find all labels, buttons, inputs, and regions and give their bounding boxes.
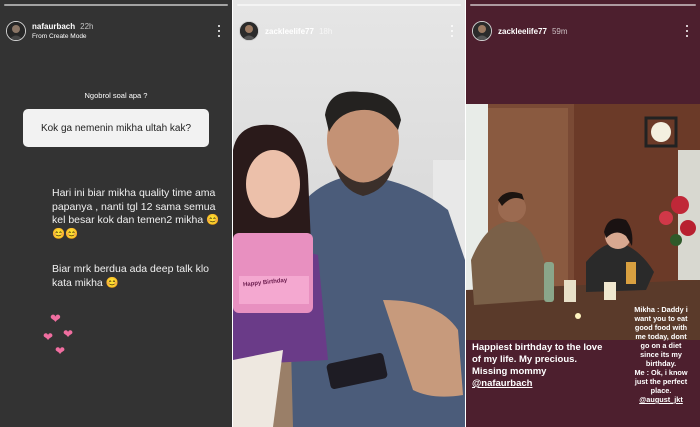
caption-line: Happiest birthday to the love — [472, 342, 603, 353]
story-photo — [233, 0, 465, 427]
question-prompt: Ngobrol soal apa ? — [84, 91, 148, 100]
story-zackleelife77-photo[interactable]: Happy Birthday zackleelife77 18h — [233, 0, 465, 427]
quote-line: birthday. — [645, 359, 677, 368]
answer-paragraph-2: Biar mrk berdua ada deep talk klo kata m… — [52, 263, 210, 289]
avatar[interactable] — [239, 21, 259, 41]
quote-mention-link[interactable]: @august_jkt — [624, 395, 698, 404]
story-header: zackleelife77 18h — [233, 14, 465, 48]
story-header: nafaurbach 22h From Create Mode — [0, 14, 232, 48]
story-nafaurbach[interactable]: nafaurbach 22h From Create Mode Ngobrol … — [0, 0, 232, 427]
story-username[interactable]: zackleelife77 — [498, 27, 547, 36]
story-progress-bar — [237, 4, 461, 6]
story-quote: Mikha : Daddy i want you to eat good foo… — [624, 305, 698, 404]
story-username[interactable]: zackleelife77 — [265, 27, 314, 36]
more-vertical-icon[interactable] — [682, 24, 692, 38]
question-text: Kok ga nemenin mikha ultah kak? — [40, 122, 192, 134]
quote-line: Me : Ok, i know — [634, 368, 688, 377]
quote-line: Mikha : Daddy i — [634, 305, 688, 314]
heart-icon: ❤ — [63, 327, 74, 341]
heart-icon: ❤ — [55, 344, 66, 358]
story-time: 59m — [551, 26, 568, 36]
quote-line: go on a diet — [640, 341, 682, 350]
avatar[interactable] — [472, 21, 492, 41]
story-time: 22h — [80, 22, 94, 31]
story-time: 18h — [318, 26, 333, 36]
story-username[interactable]: nafaurbach — [32, 22, 75, 31]
quote-line: want you to eat — [634, 314, 688, 323]
caption-line: Missing mommy — [472, 366, 547, 377]
story-progress-bar — [470, 4, 696, 6]
answer-paragraph-1: Hari ini biar mikha quality time ama pap… — [52, 187, 220, 240]
heart-icon: ❤ — [50, 311, 61, 326]
story-caption: Happiest birthday to the love of my life… — [472, 342, 612, 390]
story-progress-bar — [4, 4, 228, 6]
story-zackleelife77-restaurant[interactable]: zackleelife77 59m Happiest birthday to t… — [466, 0, 700, 427]
avatar[interactable] — [6, 21, 26, 41]
quote-line: since its my — [640, 350, 682, 359]
quote-line: place. — [650, 386, 672, 395]
caption-line: of my life. My precious. — [472, 354, 578, 365]
heart-icon: ❤ — [43, 330, 54, 344]
quote-line: just the perfect — [634, 377, 688, 386]
story-subtitle: From Create Mode — [32, 33, 87, 40]
story-header: zackleelife77 59m — [466, 14, 700, 48]
quote-line: good food with — [634, 323, 688, 332]
caption-mention-link[interactable]: @nafaurbach — [472, 378, 612, 390]
more-vertical-icon[interactable] — [214, 24, 224, 38]
quote-line: me today, dont — [635, 332, 687, 341]
question-sticker: Kok ga nemenin mikha ultah kak? — [23, 109, 209, 147]
more-vertical-icon[interactable] — [447, 24, 457, 38]
